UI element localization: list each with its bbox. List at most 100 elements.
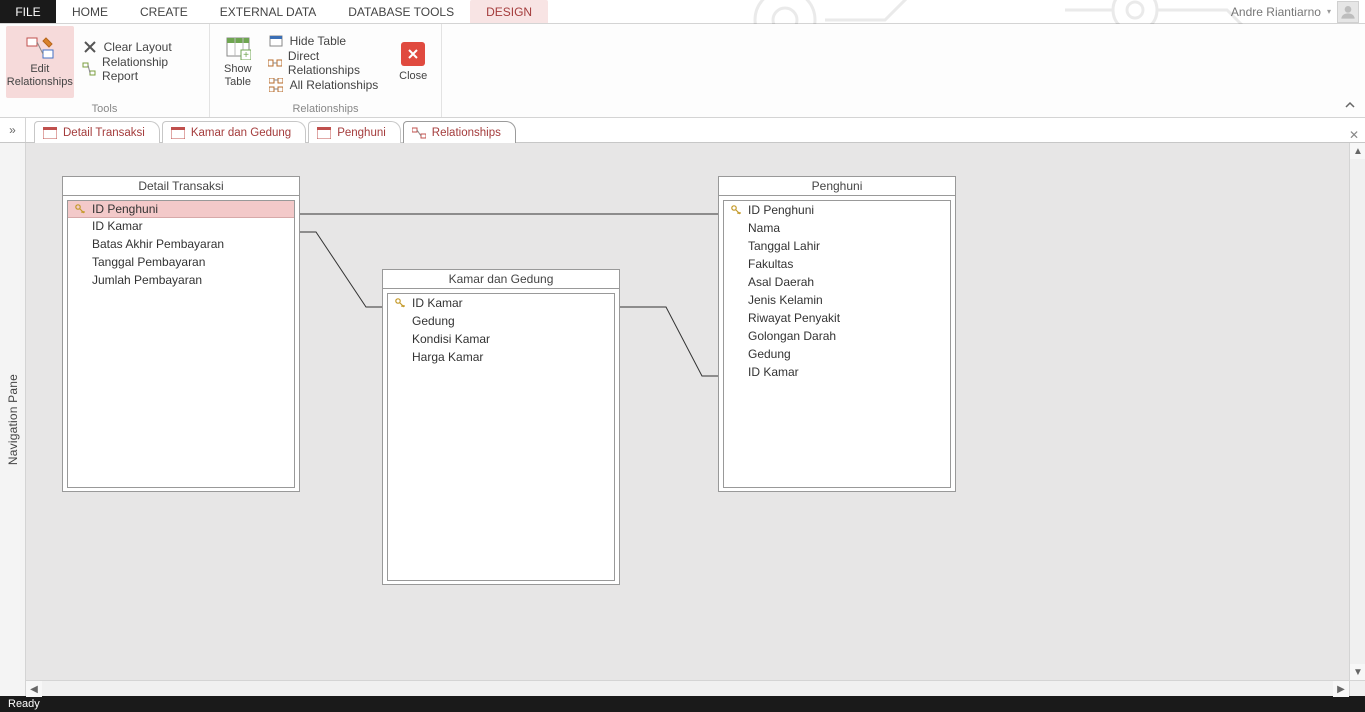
svg-text:+: + [243, 50, 249, 60]
field-jenis-kelamin[interactable]: Jenis Kelamin [724, 291, 950, 309]
tab-relationships[interactable]: Relationships [403, 121, 516, 143]
show-table-label: Show Table [216, 63, 260, 88]
collapse-ribbon-button[interactable] [1343, 98, 1357, 115]
field-tanggal-pembayaran[interactable]: Tanggal Pembayaran [68, 253, 294, 271]
menu-create[interactable]: CREATE [124, 0, 204, 23]
close-label: Close [399, 70, 427, 82]
status-bar: Ready [0, 696, 1365, 712]
all-relationships-label: All Relationships [290, 78, 379, 92]
relationship-report-label: Relationship Report [102, 55, 197, 83]
field-id-kamar[interactable]: ID Kamar [724, 363, 950, 381]
ribbon: Edit Relationships Clear Layout Relation… [0, 24, 1365, 118]
table-kamar-dan-gedung[interactable]: Kamar dan Gedung ID Kamar Gedung Kondisi… [382, 269, 620, 585]
workspace: Navigation Pane Detail Transaksi ID Peng… [0, 142, 1365, 696]
vertical-scrollbar[interactable]: ▲ ▼ [1349, 143, 1365, 680]
tab-label: Penghuni [337, 127, 386, 139]
field-id-penghuni[interactable]: ID Penghuni [67, 200, 295, 218]
menu-bar: FILE HOME CREATE EXTERNAL DATA DATABASE … [0, 0, 1365, 24]
table-title: Kamar dan Gedung [383, 270, 619, 289]
tab-label: Detail Transaksi [63, 127, 145, 139]
hide-table-label: Hide Table [290, 34, 346, 48]
show-table-button[interactable]: + Show Table [216, 26, 260, 98]
menu-design[interactable]: DESIGN [470, 0, 548, 23]
field-gedung[interactable]: Gedung [724, 345, 950, 363]
tab-kamar-dan-gedung[interactable]: Kamar dan Gedung [162, 121, 306, 143]
clear-layout-icon [82, 39, 98, 55]
tab-detail-transaksi[interactable]: Detail Transaksi [34, 121, 160, 143]
menu-external-data[interactable]: EXTERNAL DATA [204, 0, 332, 23]
scroll-right-button[interactable]: ▶ [1333, 681, 1349, 697]
field-id-kamar[interactable]: ID Kamar [388, 294, 614, 312]
document-tabs-row: » Detail Transaksi Kamar dan Gedung Peng… [0, 118, 1365, 142]
direct-relationships-button[interactable]: Direct Relationships [262, 52, 390, 74]
user-menu-caret: ▾ [1327, 7, 1331, 16]
field-riwayat-penyakit[interactable]: Riwayat Penyakit [724, 309, 950, 327]
edit-relationships-button[interactable]: Edit Relationships [6, 26, 74, 98]
table-body: ID Penghuni Nama Tanggal Lahir Fakultas … [723, 200, 951, 488]
tab-penghuni[interactable]: Penghuni [308, 121, 401, 143]
user-avatar-icon [1337, 1, 1359, 23]
tab-label: Relationships [432, 127, 501, 139]
table-detail-transaksi[interactable]: Detail Transaksi ID Penghuni ID Kamar Ba… [62, 176, 300, 492]
ribbon-group-tools: Edit Relationships Clear Layout Relation… [0, 24, 210, 117]
close-button[interactable]: Close [391, 26, 435, 98]
close-tab-button[interactable]: ✕ [1343, 128, 1365, 142]
field-jumlah-pembayaran[interactable]: Jumlah Pembayaran [68, 271, 294, 289]
field-batas-akhir[interactable]: Batas Akhir Pembayaran [68, 235, 294, 253]
field-golongan-darah[interactable]: Golongan Darah [724, 327, 950, 345]
document-tabs: Detail Transaksi Kamar dan Gedung Penghu… [26, 120, 1343, 142]
user-name: Andre Riantiarno [1231, 5, 1321, 19]
ribbon-group-relationships-label: Relationships [216, 102, 435, 117]
relationships-icon [412, 127, 426, 139]
relationships-canvas[interactable]: Detail Transaksi ID Penghuni ID Kamar Ba… [26, 143, 1349, 680]
field-tanggal-lahir[interactable]: Tanggal Lahir [724, 237, 950, 255]
table-penghuni[interactable]: Penghuni ID Penghuni Nama Tanggal Lahir … [718, 176, 956, 492]
show-table-icon: + [223, 35, 253, 61]
clear-layout-label: Clear Layout [104, 40, 172, 54]
field-gedung[interactable]: Gedung [388, 312, 614, 330]
close-icon [401, 42, 425, 66]
field-asal-daerah[interactable]: Asal Daerah [724, 273, 950, 291]
table-title: Detail Transaksi [63, 177, 299, 196]
scroll-corner [1349, 680, 1365, 696]
table-body: ID Penghuni ID Kamar Batas Akhir Pembaya… [67, 200, 295, 488]
nav-pane-toggle[interactable]: » [0, 118, 26, 142]
key-icon [730, 205, 742, 215]
scroll-left-button[interactable]: ◀ [26, 681, 42, 697]
edit-relationships-label: Edit Relationships [6, 63, 74, 88]
ribbon-group-tools-label: Tools [6, 102, 203, 117]
key-icon [74, 204, 86, 214]
scroll-track[interactable] [42, 681, 1333, 696]
menu-database-tools[interactable]: DATABASE TOOLS [332, 0, 470, 23]
table-icon [317, 127, 331, 139]
field-harga-kamar[interactable]: Harga Kamar [388, 348, 614, 366]
edit-relationships-icon [25, 35, 55, 61]
direct-relationships-icon [268, 55, 282, 71]
table-icon [43, 127, 57, 139]
field-id-kamar[interactable]: ID Kamar [68, 217, 294, 235]
relationship-report-icon [82, 61, 96, 77]
field-kondisi-kamar[interactable]: Kondisi Kamar [388, 330, 614, 348]
table-icon [171, 127, 185, 139]
horizontal-scrollbar[interactable]: ◀ ▶ [26, 680, 1349, 696]
field-fakultas[interactable]: Fakultas [724, 255, 950, 273]
user-area[interactable]: Andre Riantiarno ▾ [1231, 0, 1365, 23]
file-menu[interactable]: FILE [0, 0, 56, 23]
tab-label: Kamar dan Gedung [191, 127, 291, 139]
scroll-up-button[interactable]: ▲ [1350, 143, 1365, 159]
table-title: Penghuni [719, 177, 955, 196]
menu-home[interactable]: HOME [56, 0, 124, 23]
navigation-pane-collapsed[interactable]: Navigation Pane [0, 143, 26, 696]
navigation-pane-label: Navigation Pane [6, 374, 20, 465]
all-relationships-button[interactable]: All Relationships [262, 74, 390, 96]
field-nama[interactable]: Nama [724, 219, 950, 237]
status-text: Ready [8, 698, 40, 710]
scroll-down-button[interactable]: ▼ [1350, 664, 1365, 680]
key-icon [394, 298, 406, 308]
relationship-report-button[interactable]: Relationship Report [76, 58, 203, 80]
field-id-penghuni[interactable]: ID Penghuni [724, 201, 950, 219]
hide-table-icon [268, 33, 284, 49]
ribbon-group-relationships: + Show Table Hide Table Direct Relations… [210, 24, 442, 117]
scroll-track[interactable] [1350, 159, 1365, 664]
all-relationships-icon [268, 77, 284, 93]
